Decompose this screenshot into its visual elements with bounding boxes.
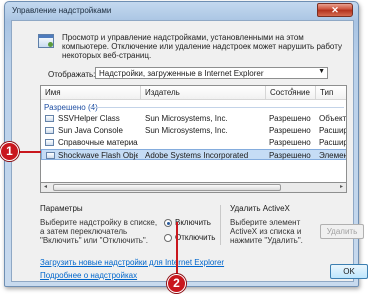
sort-up-icon: ▲ xyxy=(289,86,295,92)
add-on-status: Разрешено xyxy=(269,138,311,147)
remove-activex-title: Удалить ActiveX xyxy=(230,204,290,213)
callout-1-badge: 1 xyxy=(0,142,19,161)
list-item-selected[interactable]: Shockwave Flash Object Adobe Systems Inc… xyxy=(41,149,346,160)
add-on-status: Разрешено xyxy=(269,114,311,123)
disable-radio-circle[interactable] xyxy=(164,233,172,242)
download-add-ons-link[interactable]: Загрузить новые надстройки для Internet … xyxy=(40,258,224,267)
enable-radio-label: Включить xyxy=(175,218,211,227)
add-on-icon xyxy=(45,127,54,134)
settings-title: Параметры xyxy=(40,204,83,213)
column-header-publisher[interactable]: Издатель xyxy=(141,86,266,100)
group-divider xyxy=(89,107,344,108)
add-on-icon xyxy=(45,115,54,122)
add-ons-list[interactable]: Имя Издатель ▲ Состояние Тип Разрешено (… xyxy=(40,85,347,183)
list-item[interactable]: SSVHelper Class Sun Microsystems, Inc. Р… xyxy=(41,113,347,124)
callout-1-pointer xyxy=(19,151,41,153)
show-dropdown-value: Надстройки, загруженные в Internet Explo… xyxy=(99,69,264,78)
column-header-type[interactable]: Тип xyxy=(316,86,346,100)
horizontal-scrollbar[interactable]: ◂ ▸ xyxy=(40,183,347,193)
disable-radio-label: Отключить xyxy=(175,233,216,242)
settings-description: Выберите надстройку в списке, а затем пе… xyxy=(40,218,158,245)
dialog-body: Просмотр и управление надстройками, уста… xyxy=(11,20,368,282)
column-header-type-label: Тип xyxy=(320,88,334,97)
enable-radio-circle[interactable] xyxy=(164,218,172,227)
scrollbar-thumb[interactable] xyxy=(53,184,281,191)
column-header-publisher-label: Издатель xyxy=(145,88,180,97)
scroll-right-icon[interactable]: ▸ xyxy=(340,183,343,190)
add-on-status: Разрешено xyxy=(269,151,311,160)
add-on-publisher: Sun Microsystems, Inc. xyxy=(145,114,228,123)
add-ons-window: Управление надстройками ✕ Просмотр и упр… xyxy=(4,1,368,287)
disable-radio[interactable]: Отключить xyxy=(164,233,215,242)
add-on-icon xyxy=(46,152,55,159)
window-title: Управление надстройками xyxy=(12,6,112,15)
add-on-type: Расширен xyxy=(319,126,347,135)
callout-2-badge: 2 xyxy=(167,274,186,293)
close-button[interactable]: ✕ xyxy=(317,3,353,17)
enable-radio[interactable]: Включить xyxy=(164,218,211,227)
column-header-name[interactable]: Имя xyxy=(41,86,141,100)
add-on-publisher: Adobe Systems Incorporated xyxy=(145,151,249,160)
add-on-type: Расширен xyxy=(319,138,347,147)
column-header-status[interactable]: ▲ Состояние xyxy=(266,86,316,100)
learn-more-link[interactable]: Подробнее о надстройках xyxy=(40,271,137,280)
add-on-name: Справочные материалы xyxy=(58,138,138,147)
add-on-publisher: Sun Microsystems, Inc. xyxy=(145,126,228,135)
show-dropdown[interactable]: Надстройки, загруженные в Internet Explo… xyxy=(95,67,328,79)
add-on-type: Элемент А xyxy=(319,151,346,160)
list-item[interactable]: Sun Java Console Sun Microsystems, Inc. … xyxy=(41,125,347,136)
add-on-name: Sun Java Console xyxy=(58,126,123,135)
add-on-name: SSVHelper Class xyxy=(58,114,120,123)
column-header-name-label: Имя xyxy=(45,88,61,97)
remove-button[interactable]: Удалить xyxy=(320,224,364,239)
chevron-down-icon: ▼ xyxy=(318,68,325,75)
scroll-left-icon[interactable]: ◂ xyxy=(44,183,47,190)
callout-2-pointer xyxy=(176,222,178,274)
add-on-status: Разрешено xyxy=(269,126,311,135)
header-description: Просмотр и управление надстройками, уста… xyxy=(62,33,342,60)
add-on-type: Объект м xyxy=(319,114,347,123)
list-item[interactable]: Справочные материалы Разрешено Расширен xyxy=(41,137,347,148)
section-divider xyxy=(220,205,221,245)
title-bar[interactable]: Управление надстройками ✕ xyxy=(5,2,358,20)
show-label: Отображать: xyxy=(48,70,96,79)
ok-button[interactable]: OK xyxy=(330,264,368,279)
add-on-icon xyxy=(45,139,54,146)
add-ons-icon xyxy=(38,34,54,48)
add-on-name: Shockwave Flash Object xyxy=(58,151,138,160)
remove-activex-description: Выберите элемент ActiveX из списка и наж… xyxy=(230,218,303,245)
